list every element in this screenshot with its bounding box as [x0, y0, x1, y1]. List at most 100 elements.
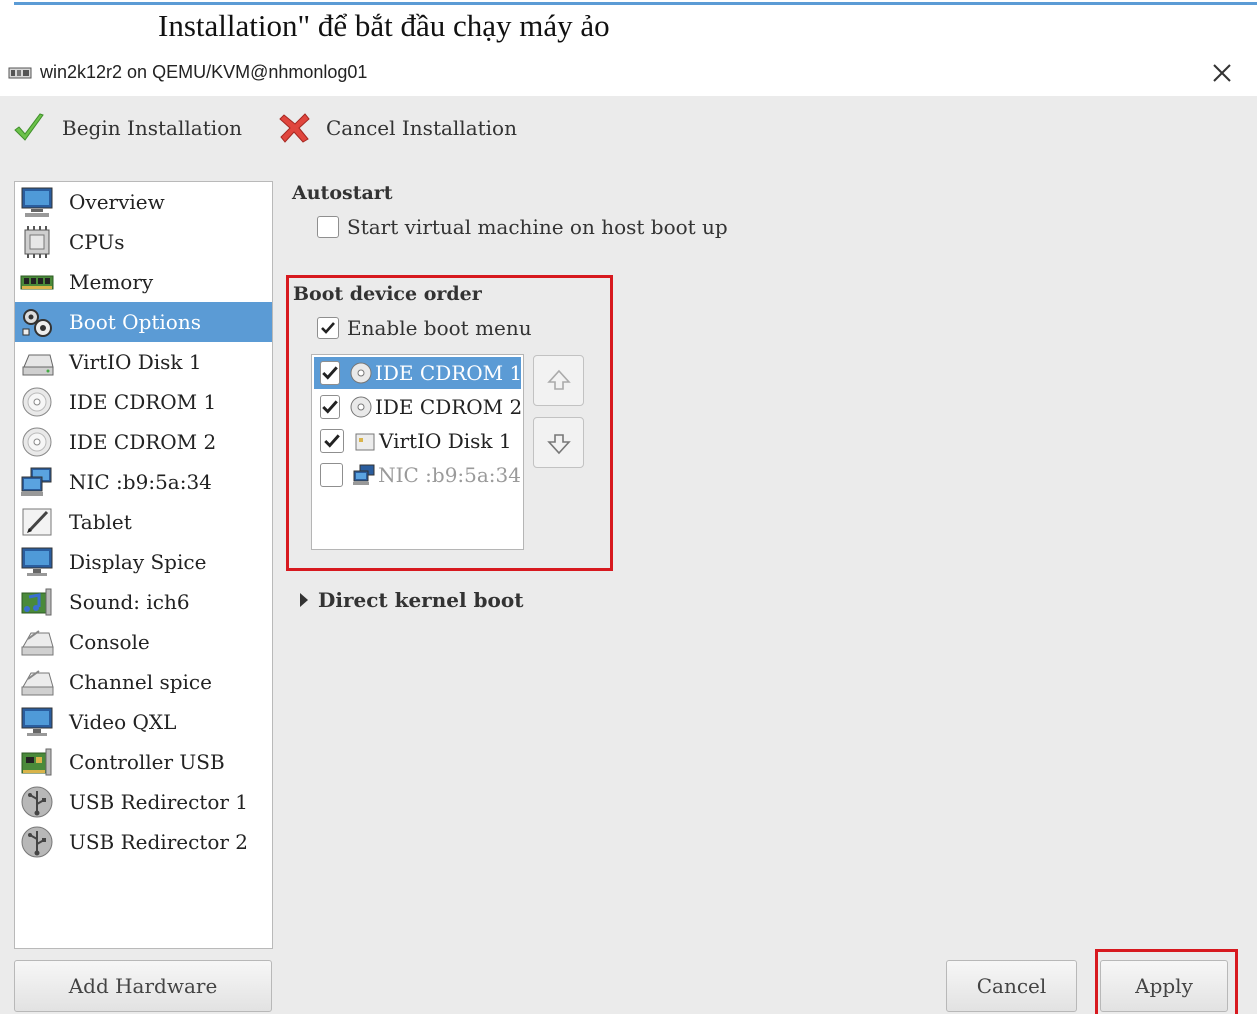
add-hardware-button[interactable]: Add Hardware — [14, 960, 272, 1012]
channel-icon — [21, 670, 54, 696]
cdrom-icon — [22, 387, 52, 417]
boot-device-checkbox[interactable] — [320, 361, 340, 385]
sidebar-item-ide-cdrom-1[interactable]: IDE CDROM 1 — [15, 382, 272, 422]
sidebar-item-label: Display Spice — [69, 550, 207, 574]
video-icon — [21, 707, 53, 736]
virt-manager-app-icon — [8, 67, 32, 79]
sidebar-item-video-qxl[interactable]: Video QXL — [15, 702, 272, 742]
move-down-button[interactable] — [533, 417, 584, 468]
sidebar-item-label: Channel spice — [69, 670, 212, 694]
sidebar-item-memory[interactable]: Memory — [15, 262, 272, 302]
autostart-checkbox-box[interactable] — [317, 216, 339, 238]
sidebar-item-virtio-disk-1[interactable]: VirtIO Disk 1 — [15, 342, 272, 382]
sidebar-item-label: NIC :b9:5a:34 — [69, 470, 212, 494]
sidebar-item-label: Boot Options — [69, 310, 201, 334]
document-top-rule — [14, 2, 1257, 5]
tablet-pen-icon — [22, 508, 52, 536]
checkmark-icon — [14, 113, 44, 141]
monitor-icon — [21, 187, 53, 217]
cdrom-icon — [350, 362, 372, 384]
hard-disk-icon — [22, 354, 54, 376]
boot-device-ide-cdrom-1[interactable]: IDE CDROM 1 — [314, 357, 523, 389]
arrow-down-icon — [546, 433, 571, 454]
begin-installation-label: Begin Installation — [62, 116, 243, 140]
memory-module-icon — [20, 275, 54, 290]
sidebar-item-channel-spice[interactable]: Channel spice — [15, 662, 272, 702]
begin-installation-button[interactable]: Begin Installation — [12, 110, 242, 146]
usb-icon — [21, 826, 53, 858]
arrow-up-icon — [546, 369, 571, 390]
sidebar-item-overview[interactable]: Overview — [15, 182, 272, 222]
sidebar-item-label: IDE CDROM 2 — [69, 430, 217, 454]
sidebar-item-label: USB Redirector 1 — [69, 790, 249, 814]
cancel-button[interactable]: Cancel — [946, 960, 1077, 1012]
hard-disk-icon — [355, 433, 375, 451]
network-icon — [353, 464, 375, 485]
check-icon — [321, 322, 335, 334]
autostart-checkbox-label: Start virtual machine on host boot up — [347, 215, 728, 239]
sidebar-item-label: IDE CDROM 1 — [69, 390, 217, 414]
boot-device-label: NIC :b9:5a:34 — [378, 463, 521, 487]
sidebar-item-label: Overview — [69, 190, 165, 214]
display-icon — [21, 547, 53, 576]
cpu-chip-icon — [24, 226, 50, 258]
usb-icon — [21, 786, 53, 818]
document-caption: Installation" để bắt đầu chạy máy ảo — [158, 8, 610, 43]
window-titlebar: win2k12r2 on QEMU/KVM@nhmonlog01 — [0, 52, 1257, 96]
sidebar-item-label: Console — [69, 630, 150, 654]
controller-card-icon — [21, 748, 52, 776]
sidebar-item-label: USB Redirector 2 — [69, 830, 249, 854]
sidebar-item-label: VirtIO Disk 1 — [69, 350, 202, 374]
autostart-checkbox[interactable]: Start virtual machine on host boot up — [317, 215, 728, 239]
close-icon[interactable] — [1207, 58, 1237, 88]
boot-device-checkbox[interactable] — [320, 463, 344, 487]
window-title: win2k12r2 on QEMU/KVM@nhmonlog01 — [40, 62, 368, 82]
boot-device-ide-cdrom-2[interactable]: IDE CDROM 2 — [314, 391, 523, 423]
sidebar-item-label: CPUs — [69, 230, 125, 254]
serial-console-icon — [21, 630, 54, 656]
network-icon — [21, 467, 52, 496]
boot-device-checkbox[interactable] — [320, 395, 340, 419]
direct-kernel-boot-expander[interactable]: Direct kernel boot — [300, 588, 523, 612]
boot-device-order-title: Boot device order — [293, 283, 482, 305]
sidebar-item-tablet[interactable]: Tablet — [15, 502, 272, 542]
red-cross-icon — [279, 113, 310, 143]
check-icon — [322, 366, 338, 380]
boot-device-virtio-disk-1[interactable]: VirtIO Disk 1 — [314, 425, 521, 457]
sidebar-item-display-spice[interactable]: Display Spice — [15, 542, 272, 582]
boot-device-checkbox[interactable] — [320, 429, 344, 453]
direct-kernel-boot-label: Direct kernel boot — [318, 588, 524, 612]
cdrom-icon — [22, 427, 52, 457]
enable-boot-menu-box[interactable] — [317, 317, 339, 339]
sidebar-item-sound[interactable]: Sound: ich6 — [15, 582, 272, 622]
sidebar-item-label: Memory — [69, 270, 154, 294]
expander-arrow-icon — [300, 593, 308, 607]
boot-device-nic[interactable]: NIC :b9:5a:34 — [314, 459, 521, 491]
check-icon — [324, 434, 340, 448]
enable-boot-menu-checkbox[interactable]: Enable boot menu — [317, 316, 532, 340]
sidebar-item-cpus[interactable]: CPUs — [15, 222, 272, 262]
sidebar-item-console[interactable]: Console — [15, 622, 272, 662]
enable-boot-menu-label: Enable boot menu — [347, 316, 532, 340]
sidebar-item-nic[interactable]: NIC :b9:5a:34 — [15, 462, 272, 502]
move-up-button[interactable] — [533, 355, 584, 406]
apply-highlight-frame — [1095, 949, 1238, 1014]
gears-icon — [22, 309, 52, 337]
boot-device-list: IDE CDROM 1 IDE CDROM 2 VirtIO Disk 1 NI… — [311, 354, 524, 550]
sidebar-item-usb-redirector-2[interactable]: USB Redirector 2 — [15, 822, 272, 862]
sidebar-item-label: Controller USB — [69, 750, 225, 774]
cancel-installation-label: Cancel Installation — [326, 116, 517, 140]
sidebar-item-usb-redirector-1[interactable]: USB Redirector 1 — [15, 782, 272, 822]
sound-card-icon — [21, 588, 52, 616]
sidebar-item-controller-usb[interactable]: Controller USB — [15, 742, 272, 782]
boot-device-label: VirtIO Disk 1 — [379, 429, 512, 453]
sidebar-item-ide-cdrom-2[interactable]: IDE CDROM 2 — [15, 422, 272, 462]
check-icon — [322, 400, 338, 414]
sidebar-item-boot-options[interactable]: Boot Options — [15, 302, 272, 342]
sidebar-item-label: Video QXL — [69, 710, 177, 734]
sidebar-item-label: Tablet — [69, 510, 132, 534]
hardware-list: Overview CPUs Memory Boot Options VirtIO… — [14, 181, 273, 949]
boot-device-label: IDE CDROM 1 — [375, 361, 523, 385]
cancel-installation-button[interactable]: Cancel Installation — [278, 110, 517, 146]
boot-device-label: IDE CDROM 2 — [375, 395, 523, 419]
